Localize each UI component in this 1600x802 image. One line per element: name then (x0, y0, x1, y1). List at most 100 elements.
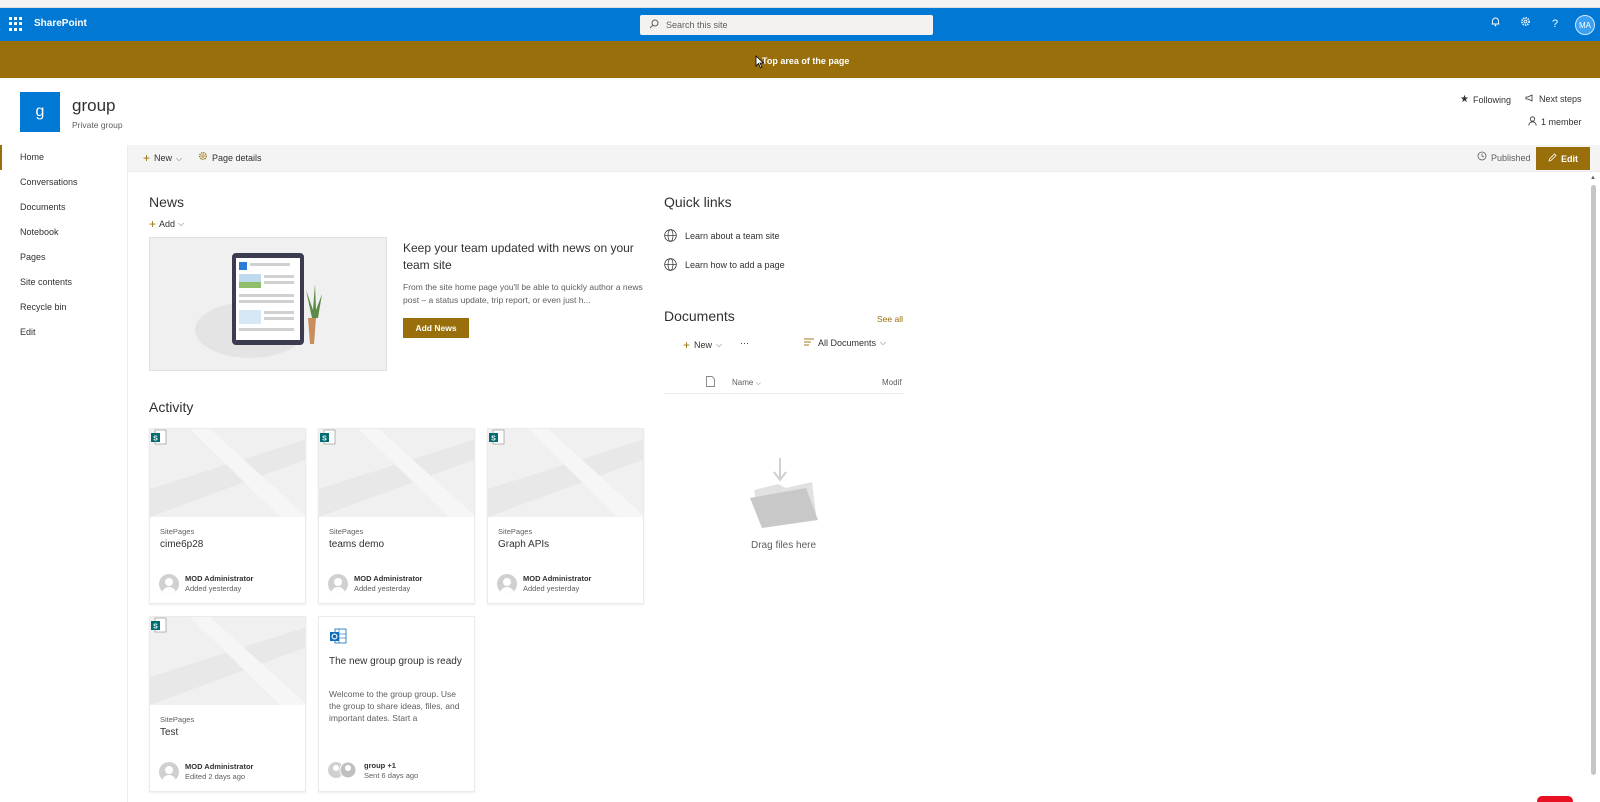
quick-link-add-page[interactable]: Learn how to add a page (664, 258, 785, 271)
following-button[interactable]: ★ Following (1460, 94, 1511, 105)
search-input[interactable]: Search this site (640, 15, 933, 35)
drag-files-folder-icon (750, 458, 818, 528)
app-launcher-icon[interactable] (9, 17, 23, 31)
chevron-down-icon: ⌵ (880, 338, 887, 347)
nav-item-conversations[interactable]: Conversations (0, 170, 127, 195)
page-details-button[interactable]: Page details (198, 145, 262, 172)
page-details-label: Page details (212, 153, 262, 163)
nav-item-site-contents[interactable]: Site contents (0, 270, 127, 295)
published-status[interactable]: Published (1477, 145, 1531, 172)
see-all-link[interactable]: See all (877, 314, 903, 324)
user-avatar[interactable]: MA (1575, 15, 1595, 35)
sharepoint-page-icon: S (151, 429, 167, 445)
documents-new-label: New (694, 340, 713, 350)
activity-card[interactable]: S SitePages cime6p28 MOD Administrator A… (149, 428, 306, 604)
nav-item-recycle-bin[interactable]: Recycle bin (0, 295, 127, 320)
conversation-title[interactable]: The new group group is ready (329, 656, 462, 667)
gear-icon[interactable] (1517, 16, 1533, 32)
page-scrollbar[interactable]: ▲ (1590, 175, 1598, 785)
megaphone-icon (1525, 94, 1535, 104)
activity-title: Activity (149, 399, 194, 415)
members-label: 1 member (1541, 117, 1582, 127)
file-type-icon (706, 376, 715, 387)
globe-icon (664, 229, 677, 242)
history-icon (1477, 145, 1487, 172)
card-title[interactable]: teams demo (329, 539, 384, 550)
activity-card[interactable]: S SitePages Graph APIs MOD Administrator… (487, 428, 644, 604)
globe-icon (664, 258, 677, 271)
browser-chrome-strip (0, 0, 1600, 8)
quick-link-team-site[interactable]: Learn about a team site (664, 229, 780, 242)
activity-card[interactable]: S SitePages Test MOD Administrator Edite… (149, 616, 306, 792)
sharepoint-page-icon: S (320, 429, 336, 445)
card-type: SitePages (329, 527, 364, 536)
help-icon[interactable]: ? (1547, 16, 1563, 32)
top-area-banner[interactable]: Top area of the page (0, 41, 1600, 78)
quick-link-label: Learn how to add a page (685, 259, 785, 270)
card-thumbnail: S (488, 429, 643, 517)
site-title[interactable]: group (72, 96, 115, 116)
new-button[interactable]: + New ⌵ (143, 145, 182, 172)
person-icon (1528, 116, 1537, 128)
author-avatar (328, 574, 348, 594)
author-avatar (497, 574, 517, 594)
card-author: MOD Administrator (523, 574, 592, 583)
documents-title: Documents (664, 308, 735, 324)
plus-icon: + (149, 217, 157, 231)
gear-icon (198, 145, 208, 172)
site-logo[interactable]: g (20, 92, 60, 132)
card-thumbnail: S (150, 429, 305, 517)
top-area-label: Top area of the page (762, 56, 850, 66)
card-thumbnail: S (150, 617, 305, 705)
quick-link-label: Learn about a team site (685, 230, 780, 241)
members-button[interactable]: 1 member (1528, 116, 1582, 128)
nav-item-pages[interactable]: Pages (0, 245, 127, 270)
news-title: News (149, 194, 185, 210)
following-label: Following (1472, 94, 1511, 105)
modified-column-header[interactable]: Modif (882, 378, 902, 387)
nav-item-documents[interactable]: Documents (0, 195, 127, 220)
edit-label: Edit (1561, 153, 1578, 164)
nav-item-edit[interactable]: Edit (0, 320, 127, 345)
nav-item-home[interactable]: Home (0, 145, 127, 170)
sharepoint-page-icon: S (489, 429, 505, 445)
app-name[interactable]: SharePoint (34, 18, 87, 29)
mouse-cursor-icon (755, 55, 765, 69)
bell-icon[interactable] (1487, 16, 1503, 32)
edit-button[interactable]: Edit (1536, 147, 1590, 170)
name-column-header[interactable]: Name ⌵ (732, 378, 761, 388)
view-label: All Documents (818, 338, 877, 348)
scroll-up-icon[interactable]: ▲ (1590, 175, 1596, 181)
conversation-author: group +1 (364, 761, 396, 770)
site-header: g group Private group ★ Following Next s… (0, 78, 1600, 145)
conversation-card[interactable]: The new group group is ready Welcome to … (318, 616, 475, 792)
scrollbar-thumb[interactable] (1591, 185, 1596, 775)
documents-new-button[interactable]: + New ⌵ (683, 338, 722, 352)
card-title[interactable]: Test (160, 727, 178, 738)
new-label: New (154, 153, 173, 163)
card-author: MOD Administrator (185, 574, 254, 583)
news-description: From the site home page you'll be able t… (403, 282, 643, 305)
outlook-icon (330, 628, 347, 644)
site-subtitle: Private group (72, 120, 123, 130)
card-title[interactable]: Graph APIs (498, 539, 549, 550)
suite-bar: SharePoint Search this site ? MA (0, 8, 1600, 41)
news-headline[interactable]: Keep your team updated with news on your… (403, 240, 645, 274)
news-add-button[interactable]: + Add ⌵ (149, 217, 184, 231)
card-author: MOD Administrator (354, 574, 423, 583)
card-timestamp: Added yesterday (354, 584, 411, 593)
nav-item-notebook[interactable]: Notebook (0, 220, 127, 245)
more-options-button[interactable]: ··· (740, 338, 749, 348)
plus-icon: + (683, 338, 691, 352)
news-illustration (149, 237, 387, 371)
recording-indicator (1537, 796, 1573, 802)
left-navigation: Home Conversations Documents Notebook Pa… (0, 145, 128, 802)
author-avatar (159, 762, 179, 782)
add-news-button[interactable]: Add News (403, 318, 469, 338)
card-title[interactable]: cime6p28 (160, 539, 203, 550)
next-steps-button[interactable]: Next steps (1525, 94, 1582, 104)
svg-text:S: S (322, 436, 327, 443)
view-selector[interactable]: All Documents ⌵ (804, 338, 886, 348)
activity-card[interactable]: S SitePages teams demo MOD Administrator… (318, 428, 475, 604)
published-label: Published (1491, 153, 1531, 163)
